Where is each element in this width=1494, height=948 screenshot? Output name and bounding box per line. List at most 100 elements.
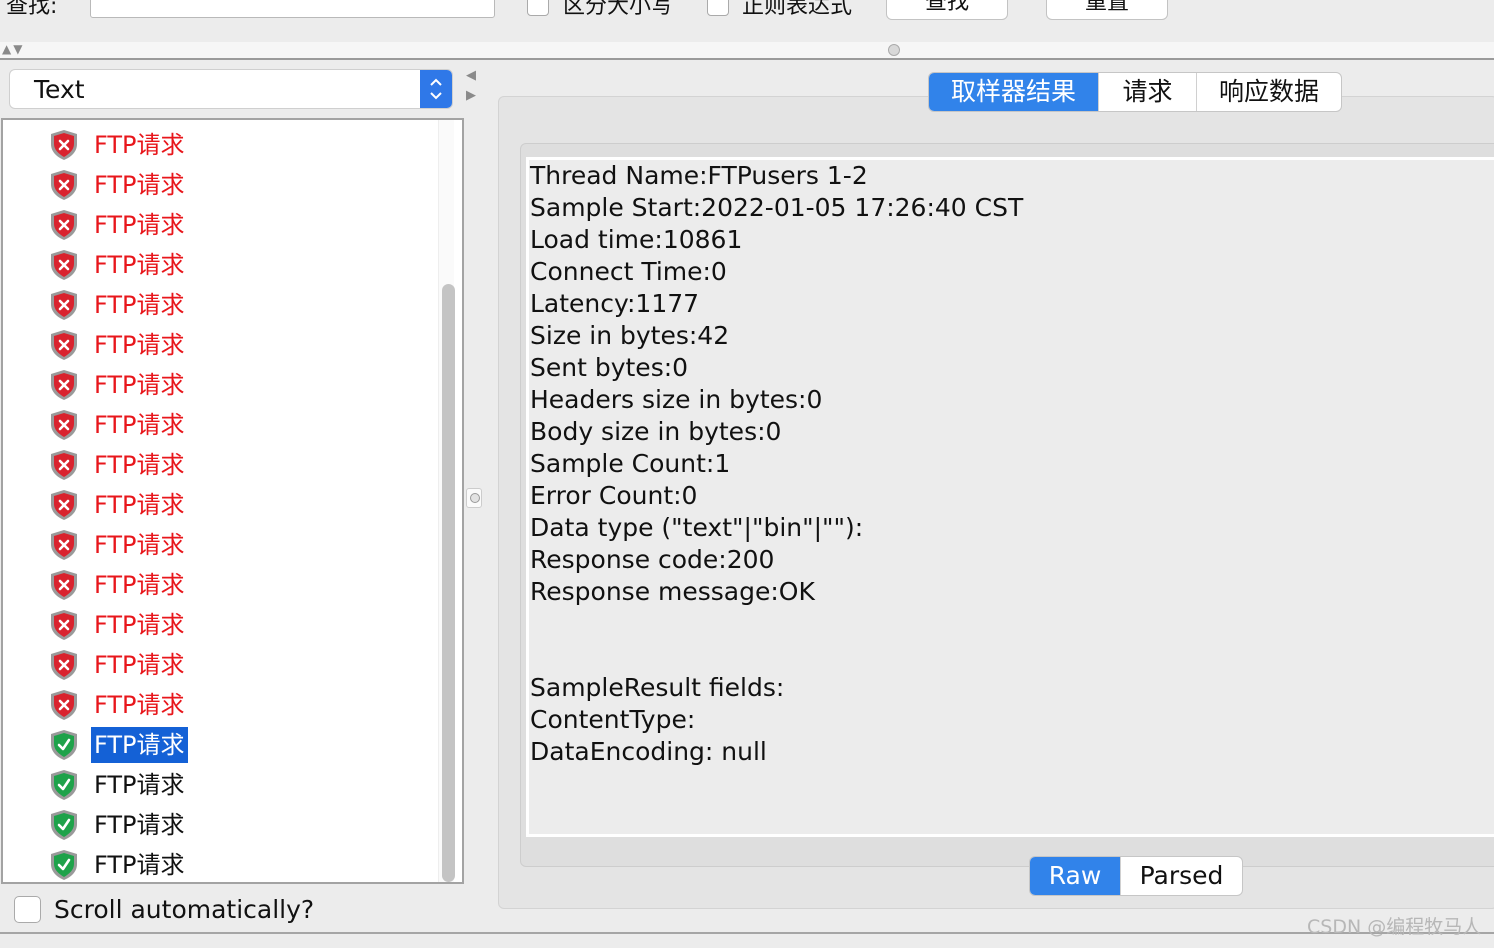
tree-row-label: FTP请求 — [94, 291, 185, 319]
search-label: 查找: — [6, 0, 58, 19]
result-sample-count: Sample Count:1 — [530, 449, 731, 478]
tree-row[interactable]: FTP请求 — [47, 765, 188, 805]
tree-row-label: FTP请求 — [94, 451, 185, 479]
tree-row-label: FTP请求 — [94, 611, 185, 639]
search-bar: 查找: 区分大小写 正则表达式 查找 重置 — [0, 0, 1494, 42]
error-shield-icon — [47, 608, 81, 642]
tree-row[interactable]: FTP请求 — [47, 245, 188, 285]
tree-row-label: FTP请求 — [94, 131, 185, 159]
error-shield-icon — [47, 368, 81, 402]
tree-scroll-thumb[interactable] — [442, 284, 455, 882]
tab-request[interactable]: 请求 — [1098, 73, 1196, 111]
case-sensitive-checkbox[interactable] — [527, 0, 549, 16]
tree-row[interactable]: FTP请求 — [47, 125, 188, 165]
tree-row-label: FTP请求 — [91, 727, 188, 763]
select-arrows-icon[interactable] — [420, 70, 452, 108]
result-data-encoding: DataEncoding: null — [530, 737, 767, 766]
split-arrows-icon[interactable]: ▲▼ — [2, 42, 24, 56]
tree-row[interactable]: FTP请求 — [47, 325, 188, 365]
tree-row[interactable]: FTP请求 — [47, 445, 188, 485]
tree-row[interactable]: FTP请求 — [47, 165, 188, 205]
view-mode-toggle: Raw Parsed — [1029, 856, 1243, 896]
error-shield-icon — [47, 248, 81, 282]
result-response-message: Response message:OK — [530, 577, 815, 606]
tree-row[interactable]: FTP请求 — [47, 485, 188, 525]
tree-row[interactable]: FTP请求 — [47, 725, 188, 765]
error-shield-icon — [47, 648, 81, 682]
tree-row-label: FTP请求 — [94, 691, 185, 719]
tree-row[interactable]: FTP请求 — [47, 805, 188, 845]
case-sensitive-label: 区分大小写 — [563, 0, 674, 19]
tree-row-label: FTP请求 — [94, 851, 185, 879]
result-load-time: Load time:10861 — [530, 225, 743, 254]
error-shield-icon — [47, 408, 81, 442]
parsed-toggle-button[interactable]: Parsed — [1120, 857, 1242, 895]
tab-response-data[interactable]: 响应数据 — [1196, 73, 1341, 111]
tree-row-label: FTP请求 — [94, 571, 185, 599]
renderer-select[interactable]: Text — [9, 69, 453, 109]
tree-row-label: FTP请求 — [94, 771, 185, 799]
result-tabs: 取样器结果 请求 响应数据 — [928, 72, 1342, 112]
watermark: CSDN @编程牧马人 — [1307, 916, 1482, 938]
success-shield-icon — [47, 848, 81, 882]
scroll-automatically-checkbox[interactable] — [14, 896, 41, 923]
results-tree[interactable]: FTP请求 FTP请求 FTP请求 FTP请求 FTP请求 FTP请求 FTP请求 FTP请求… — [1, 118, 464, 884]
tree-row[interactable]: FTP请求 — [47, 365, 188, 405]
tree-row[interactable]: FTP请求 — [47, 645, 188, 685]
tree-row-label: FTP请求 — [94, 651, 185, 679]
success-shield-icon — [47, 768, 81, 802]
regex-checkbox[interactable] — [707, 0, 729, 16]
regex-label: 正则表达式 — [742, 0, 853, 19]
tree-row[interactable]: FTP请求 — [47, 685, 188, 725]
result-sent-bytes: Sent bytes:0 — [530, 353, 689, 382]
search-input[interactable] — [90, 0, 495, 18]
tree-row-label: FTP请求 — [94, 171, 185, 199]
success-shield-icon — [47, 728, 81, 762]
tree-row[interactable]: FTP请求 — [47, 525, 188, 565]
tree-row-label: FTP请求 — [94, 531, 185, 559]
result-size-bytes: Size in bytes:42 — [530, 321, 730, 350]
error-shield-icon — [47, 208, 81, 242]
error-shield-icon — [47, 488, 81, 522]
collapse-arrows-icon[interactable]: ◀ ▶ — [466, 66, 476, 106]
tab-sampler-result[interactable]: 取样器结果 — [929, 73, 1098, 111]
result-headers-size: Headers size in bytes:0 — [530, 385, 823, 414]
error-shield-icon — [47, 288, 81, 322]
tree-row-label: FTP请求 — [94, 331, 185, 359]
tree-row[interactable]: FTP请求 — [47, 285, 188, 325]
error-shield-icon — [47, 128, 81, 162]
tree-scrollbar[interactable] — [438, 120, 455, 882]
raw-toggle-button[interactable]: Raw — [1030, 857, 1120, 895]
error-shield-icon — [47, 448, 81, 482]
result-response-code: Response code:200 — [530, 545, 775, 574]
splitter-knob[interactable] — [888, 44, 900, 56]
tree-row-label: FTP请求 — [94, 811, 185, 839]
tree-row-label: FTP请求 — [94, 211, 185, 239]
reset-button[interactable]: 重置 — [1046, 0, 1168, 20]
horizontal-splitter[interactable]: ▲▼ — [0, 42, 1494, 60]
find-button[interactable]: 查找 — [886, 0, 1008, 20]
error-shield-icon — [47, 568, 81, 602]
result-fields-header: SampleResult fields: — [530, 673, 785, 702]
tree-row[interactable]: FTP请求 — [47, 205, 188, 245]
result-content-type: ContentType: — [530, 705, 696, 734]
result-body-size: Body size in bytes:0 — [530, 417, 782, 446]
bottom-divider — [0, 932, 1494, 934]
vertical-splitter-knob[interactable] — [466, 488, 482, 508]
result-thread-name: Thread Name:FTPusers 1-2 — [530, 161, 868, 190]
renderer-select-value: Text — [34, 75, 85, 104]
tree-row[interactable]: FTP请求 — [47, 565, 188, 605]
success-shield-icon — [47, 808, 81, 842]
error-shield-icon — [47, 528, 81, 562]
error-shield-icon — [47, 328, 81, 362]
result-latency: Latency:1177 — [530, 289, 700, 318]
tree-row[interactable]: FTP请求 — [47, 845, 188, 882]
tree-row-label: FTP请求 — [94, 411, 185, 439]
tree-row[interactable]: FTP请求 — [47, 605, 188, 645]
tree-row-label: FTP请求 — [94, 371, 185, 399]
result-data-type: Data type ("text"|"bin"|""): — [530, 513, 864, 542]
result-sample-start: Sample Start:2022-01-05 17:26:40 CST — [530, 193, 1024, 222]
tree-row[interactable]: FTP请求 — [47, 405, 188, 445]
result-connect-time: Connect Time:0 — [530, 257, 727, 286]
scroll-automatically-label: Scroll automatically? — [54, 895, 315, 924]
